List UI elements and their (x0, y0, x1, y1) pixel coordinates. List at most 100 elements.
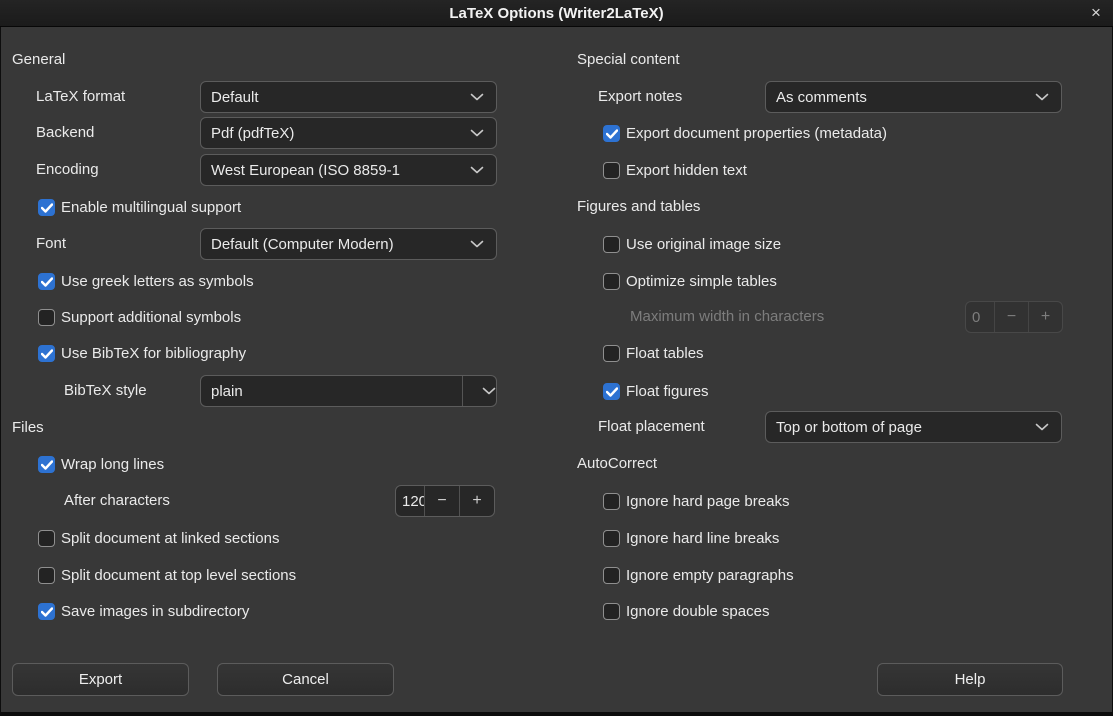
checkbox-box[interactable] (603, 530, 620, 547)
font-label: Font (36, 228, 66, 260)
checkbox-ignore-hard-line-breaks[interactable]: Ignore hard line breaks (603, 526, 779, 550)
backend-value: Pdf (pdfTeX) (211, 125, 470, 142)
checkbox-box[interactable] (38, 530, 55, 547)
checkbox-box[interactable] (603, 273, 620, 290)
checkbox-label: Support additional symbols (61, 309, 241, 326)
latex-format-label: LaTeX format (36, 81, 125, 113)
checkbox-export-hidden-text[interactable]: Export hidden text (603, 158, 747, 182)
checkbox-label: Ignore hard page breaks (626, 493, 789, 510)
checkbox-use-original-image-size[interactable]: Use original image size (603, 232, 781, 256)
export-notes-label: Export notes (598, 81, 682, 113)
maximum-width-spinner: 0 − + (965, 301, 1063, 333)
font-value: Default (Computer Modern) (211, 236, 470, 253)
chevron-down-icon (470, 93, 484, 101)
checkbox-label: Float tables (626, 345, 704, 362)
checkbox-box[interactable] (38, 309, 55, 326)
export-notes-value: As comments (776, 89, 1035, 106)
after-characters-label: After characters (64, 485, 170, 517)
checkbox-export-document-properties[interactable]: Export document properties (metadata) (603, 121, 887, 145)
latex-options-dialog: LaTeX Options (Writer2LaTeX) × General L… (0, 0, 1113, 716)
checkbox-box[interactable] (603, 383, 620, 400)
chevron-down-icon (1035, 423, 1049, 431)
checkbox-label: Split document at linked sections (61, 530, 279, 547)
checkmark-icon (41, 203, 53, 213)
backend-select[interactable]: Pdf (pdfTeX) (200, 117, 497, 149)
increment-button[interactable]: + (459, 486, 494, 516)
checkbox-split-top-level-sections[interactable]: Split document at top level sections (38, 563, 296, 587)
window-bottom-edge (0, 712, 1113, 716)
checkmark-icon (606, 129, 618, 139)
checkbox-label: Use greek letters as symbols (61, 273, 254, 290)
checkbox-box[interactable] (603, 603, 620, 620)
checkbox-ignore-double-spaces[interactable]: Ignore double spaces (603, 599, 769, 623)
checkbox-label: Ignore double spaces (626, 603, 769, 620)
checkbox-greek-letters[interactable]: Use greek letters as symbols (38, 269, 254, 293)
checkmark-icon (41, 460, 53, 470)
checkbox-split-linked-sections[interactable]: Split document at linked sections (38, 526, 279, 550)
spinner-value: 0 (966, 302, 994, 332)
checkmark-icon (41, 607, 53, 617)
checkbox-float-tables[interactable]: Float tables (603, 341, 704, 365)
checkbox-save-images-subdirectory[interactable]: Save images in subdirectory (38, 599, 249, 623)
dialog-title: LaTeX Options (Writer2LaTeX) (449, 5, 663, 22)
checkmark-icon (41, 277, 53, 287)
checkbox-ignore-empty-paragraphs[interactable]: Ignore empty paragraphs (603, 563, 794, 587)
checkbox-box[interactable] (603, 236, 620, 253)
checkbox-use-bibtex[interactable]: Use BibTeX for bibliography (38, 341, 246, 365)
cancel-button[interactable]: Cancel (217, 663, 394, 696)
checkbox-optimize-simple-tables[interactable]: Optimize simple tables (603, 269, 777, 293)
maximum-width-label: Maximum width in characters (630, 301, 824, 333)
bibtex-style-combobox[interactable]: plain (200, 375, 497, 407)
decrement-button[interactable]: − (424, 486, 459, 516)
checkbox-box[interactable] (38, 567, 55, 584)
checkbox-box[interactable] (603, 162, 620, 179)
chevron-down-icon (470, 240, 484, 248)
float-placement-select[interactable]: Top or bottom of page (765, 411, 1062, 443)
checkbox-ignore-hard-page-breaks[interactable]: Ignore hard page breaks (603, 489, 789, 513)
checkmark-icon (41, 349, 53, 359)
encoding-value: West European (ISO 8859-1 (211, 162, 470, 179)
checkbox-label: Ignore hard line breaks (626, 530, 779, 547)
checkbox-box[interactable] (38, 456, 55, 473)
checkbox-label: Ignore empty paragraphs (626, 567, 794, 584)
export-button[interactable]: Export (12, 663, 189, 696)
chevron-down-icon (482, 387, 496, 395)
close-icon[interactable]: × (1083, 0, 1109, 26)
font-select[interactable]: Default (Computer Modern) (200, 228, 497, 260)
section-special-content: Special content (577, 48, 680, 72)
spinner-value[interactable]: 120 (396, 486, 424, 516)
export-notes-select[interactable]: As comments (765, 81, 1062, 113)
chevron-down-icon (1035, 93, 1049, 101)
checkbox-enable-multilingual[interactable]: Enable multilingual support (38, 195, 241, 219)
help-button[interactable]: Help (877, 663, 1063, 696)
section-autocorrect: AutoCorrect (577, 452, 657, 476)
checkbox-box[interactable] (38, 345, 55, 362)
bibtex-style-value[interactable]: plain (211, 383, 462, 400)
checkbox-label: Use BibTeX for bibliography (61, 345, 246, 362)
encoding-select[interactable]: West European (ISO 8859-1 (200, 154, 497, 186)
checkbox-box[interactable] (38, 199, 55, 216)
checkbox-label: Wrap long lines (61, 456, 164, 473)
checkbox-box[interactable] (603, 493, 620, 510)
bibtex-style-label: BibTeX style (64, 375, 147, 407)
checkbox-box[interactable] (603, 345, 620, 362)
checkbox-box[interactable] (603, 125, 620, 142)
section-figures-tables: Figures and tables (577, 195, 700, 219)
float-placement-value: Top or bottom of page (776, 419, 1035, 436)
after-characters-spinner[interactable]: 120 − + (395, 485, 495, 517)
section-files: Files (12, 416, 44, 440)
chevron-down-icon (470, 166, 484, 174)
title-bar: LaTeX Options (Writer2LaTeX) × (0, 0, 1113, 27)
checkbox-wrap-long-lines[interactable]: Wrap long lines (38, 452, 164, 476)
checkbox-box[interactable] (38, 603, 55, 620)
combobox-dropdown-button[interactable] (462, 376, 496, 406)
checkbox-float-figures[interactable]: Float figures (603, 379, 709, 403)
latex-format-value: Default (211, 89, 470, 106)
checkmark-icon (606, 387, 618, 397)
checkbox-label: Use original image size (626, 236, 781, 253)
encoding-label: Encoding (36, 154, 99, 186)
checkbox-box[interactable] (38, 273, 55, 290)
checkbox-additional-symbols[interactable]: Support additional symbols (38, 305, 241, 329)
checkbox-box[interactable] (603, 567, 620, 584)
latex-format-select[interactable]: Default (200, 81, 497, 113)
